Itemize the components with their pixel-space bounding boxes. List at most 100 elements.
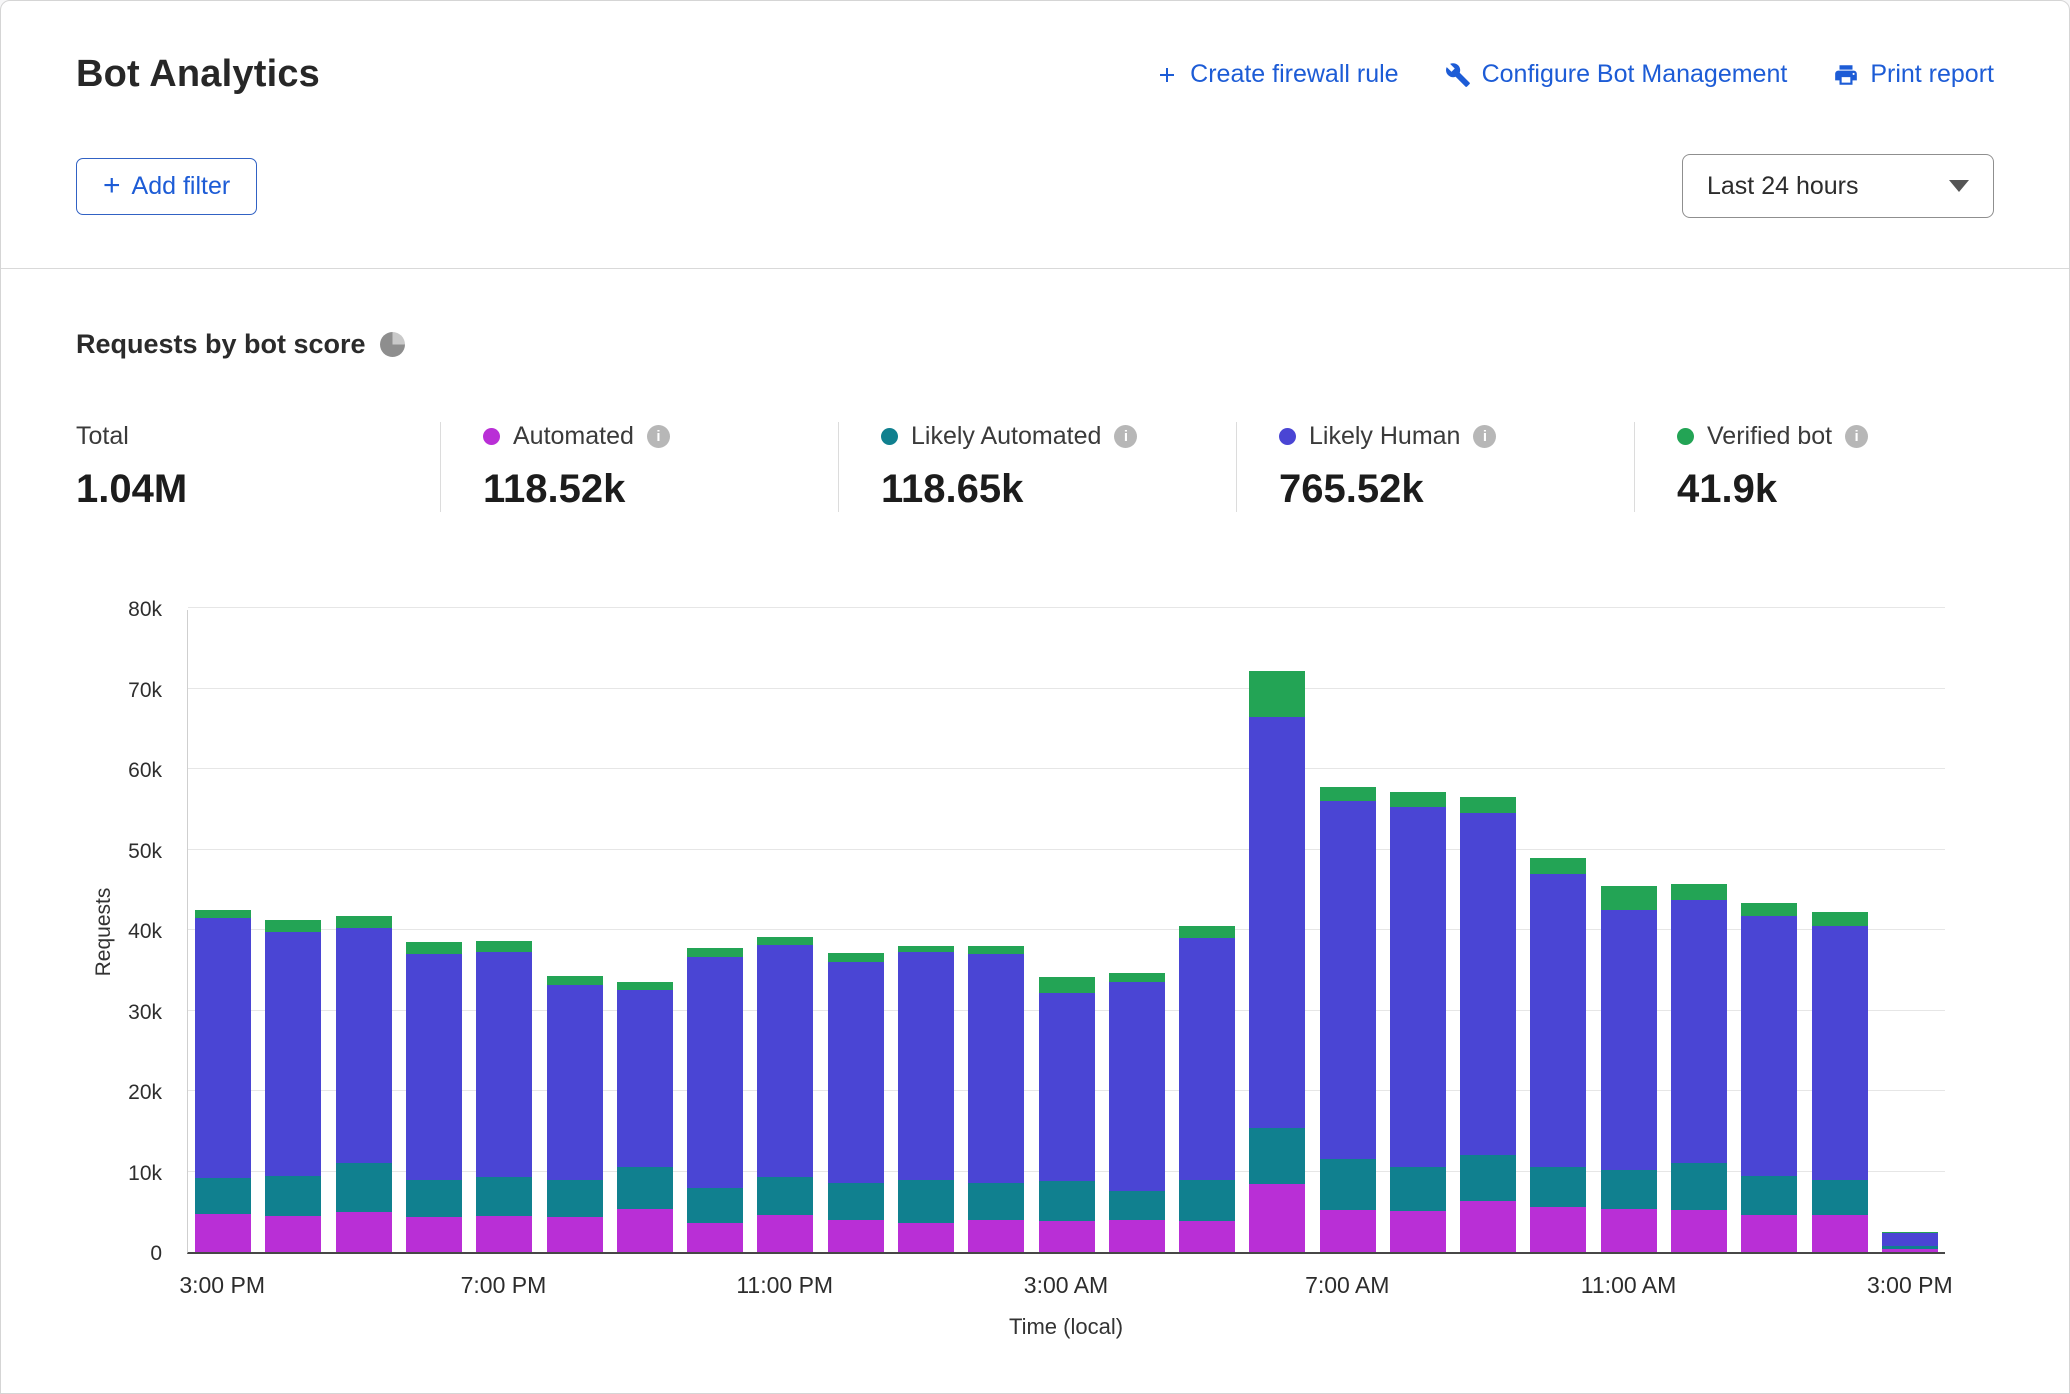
bar-segment-automated bbox=[1882, 1249, 1938, 1252]
stat-value: 765.52k bbox=[1279, 467, 1614, 512]
bar-segment-automated bbox=[1530, 1207, 1586, 1252]
bar[interactable] bbox=[1664, 610, 1734, 1252]
info-icon[interactable] bbox=[647, 425, 670, 448]
bar-segment-verified-bot bbox=[406, 942, 462, 954]
bar-segment-automated bbox=[968, 1220, 1024, 1252]
stat-label: Verified bot bbox=[1707, 422, 1832, 451]
section-title: Requests by bot score bbox=[76, 329, 1994, 360]
bar-segment-verified-bot bbox=[476, 941, 532, 952]
y-tick-label: 10k bbox=[128, 1162, 162, 1186]
bar[interactable] bbox=[961, 610, 1031, 1252]
bar[interactable] bbox=[1172, 610, 1242, 1252]
bar[interactable] bbox=[1242, 610, 1312, 1252]
bar[interactable] bbox=[610, 610, 680, 1252]
bar[interactable] bbox=[1523, 610, 1593, 1252]
x-axis-ticks: 3:00 PM7:00 PM11:00 PM3:00 AM7:00 AM11:0… bbox=[187, 1264, 1945, 1304]
bar-segment-likely-automated bbox=[195, 1178, 251, 1214]
add-filter-button[interactable]: + Add filter bbox=[76, 158, 257, 215]
section-title-text: Requests by bot score bbox=[76, 329, 366, 360]
bar-segment-likely-automated bbox=[1741, 1176, 1797, 1215]
bar-segment-verified-bot bbox=[968, 946, 1024, 954]
bar-segment-automated bbox=[1320, 1210, 1376, 1252]
bar[interactable] bbox=[750, 610, 820, 1252]
bar-segment-likely-human bbox=[195, 918, 251, 1178]
bar[interactable] bbox=[469, 610, 539, 1252]
bar[interactable] bbox=[539, 610, 609, 1252]
bar-segment-verified-bot bbox=[687, 948, 743, 958]
bar-segment-likely-automated bbox=[1671, 1163, 1727, 1210]
bar-segment-automated bbox=[828, 1220, 884, 1252]
action-label: Create firewall rule bbox=[1190, 60, 1398, 89]
gridline bbox=[188, 607, 1945, 608]
bar-segment-automated bbox=[406, 1217, 462, 1252]
bar-segment-verified-bot bbox=[1741, 903, 1797, 917]
stat-value: 41.9k bbox=[1677, 467, 1974, 512]
plus-icon: + bbox=[103, 176, 121, 196]
x-tick-label: 7:00 AM bbox=[1305, 1272, 1389, 1299]
bar[interactable] bbox=[329, 610, 399, 1252]
bar-segment-likely-automated bbox=[1812, 1180, 1868, 1215]
bar-segment-automated bbox=[1109, 1220, 1165, 1252]
bar-segment-verified-bot bbox=[547, 976, 603, 985]
bar[interactable] bbox=[399, 610, 469, 1252]
bar[interactable] bbox=[680, 610, 750, 1252]
y-tick-label: 40k bbox=[128, 920, 162, 944]
bar-segment-automated bbox=[617, 1209, 673, 1252]
bar[interactable] bbox=[1804, 610, 1874, 1252]
bar-segment-likely-automated bbox=[1179, 1180, 1235, 1221]
bar[interactable] bbox=[821, 610, 891, 1252]
bar-segment-likely-human bbox=[1882, 1233, 1938, 1246]
bar-segment-verified-bot bbox=[1320, 787, 1376, 802]
stats-row: Total 1.04M Automated 118.52k Likely Aut… bbox=[76, 422, 1994, 512]
bar[interactable] bbox=[1313, 610, 1383, 1252]
bar-segment-verified-bot bbox=[336, 916, 392, 928]
bar[interactable] bbox=[1875, 610, 1945, 1252]
stat-label: Likely Human bbox=[1309, 422, 1460, 451]
bar[interactable] bbox=[1383, 610, 1453, 1252]
stat-likely-automated: Likely Automated 118.65k bbox=[838, 422, 1236, 512]
y-tick-label: 0 bbox=[150, 1242, 162, 1266]
info-icon[interactable] bbox=[1845, 425, 1868, 448]
bar-segment-automated bbox=[336, 1212, 392, 1252]
bar-segment-likely-automated bbox=[617, 1167, 673, 1210]
stat-automated: Automated 118.52k bbox=[440, 422, 838, 512]
bar-segment-likely-human bbox=[476, 952, 532, 1177]
legend-dot-verified-bot bbox=[1677, 428, 1694, 445]
bar[interactable] bbox=[1453, 610, 1523, 1252]
print-report-link[interactable]: Print report bbox=[1833, 60, 1994, 89]
info-icon[interactable] bbox=[1473, 425, 1496, 448]
bar-segment-likely-human bbox=[1741, 916, 1797, 1176]
bar-segment-verified-bot bbox=[1390, 792, 1446, 807]
stat-label: Automated bbox=[513, 422, 634, 451]
action-label: Configure Bot Management bbox=[1482, 60, 1788, 89]
bar-segment-likely-automated bbox=[1320, 1159, 1376, 1210]
stat-total: Total 1.04M bbox=[76, 422, 440, 512]
time-range-select[interactable]: Last 24 hours bbox=[1682, 154, 1994, 218]
bar[interactable] bbox=[1102, 610, 1172, 1252]
create-firewall-rule-link[interactable]: Create firewall rule bbox=[1155, 60, 1398, 89]
x-tick-label: 7:00 PM bbox=[461, 1272, 547, 1299]
bar-segment-automated bbox=[476, 1216, 532, 1252]
bar-segment-verified-bot bbox=[1039, 977, 1095, 992]
bar-segment-verified-bot bbox=[1530, 858, 1586, 873]
bar[interactable] bbox=[891, 610, 961, 1252]
stat-verified-bot: Verified bot 41.9k bbox=[1634, 422, 1994, 512]
bar[interactable] bbox=[258, 610, 328, 1252]
bar-segment-automated bbox=[898, 1223, 954, 1252]
bar[interactable] bbox=[1734, 610, 1804, 1252]
y-tick-label: 50k bbox=[128, 840, 162, 864]
info-icon[interactable] bbox=[1114, 425, 1137, 448]
bar-segment-verified-bot bbox=[1179, 926, 1235, 938]
plot-area bbox=[187, 610, 1945, 1254]
bar-segment-automated bbox=[757, 1215, 813, 1252]
bar[interactable] bbox=[1594, 610, 1664, 1252]
stat-value: 1.04M bbox=[76, 467, 420, 512]
bar[interactable] bbox=[1031, 610, 1101, 1252]
legend-dot-likely-automated bbox=[881, 428, 898, 445]
bar-segment-likely-human bbox=[968, 954, 1024, 1183]
configure-bot-management-link[interactable]: Configure Bot Management bbox=[1445, 60, 1788, 89]
bar[interactable] bbox=[188, 610, 258, 1252]
bar-segment-likely-automated bbox=[1460, 1155, 1516, 1202]
x-tick-label: 11:00 AM bbox=[1581, 1272, 1676, 1299]
bar-segment-likely-automated bbox=[1109, 1191, 1165, 1220]
